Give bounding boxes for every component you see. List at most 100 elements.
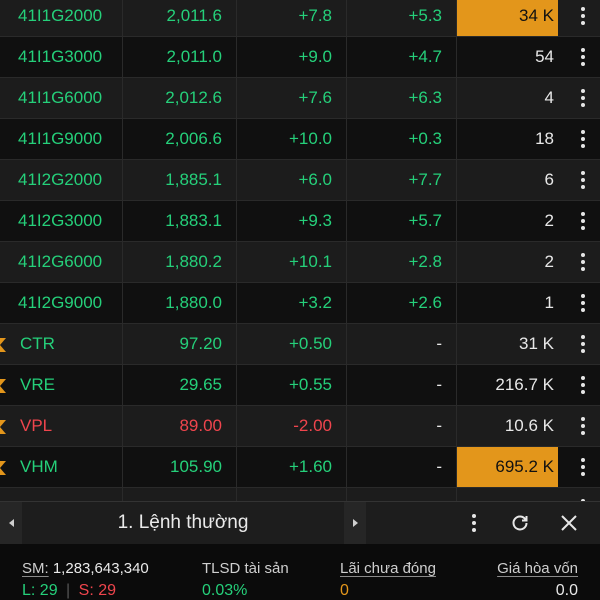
order-toolbar: 1. Lệnh thường <box>0 501 600 544</box>
more-vertical-icon <box>581 458 585 476</box>
more-vertical-icon <box>581 48 585 66</box>
breakeven-price-label: Giá hòa vốn <box>497 560 578 577</box>
table-row[interactable]: VPL 89.00 -2.00 - 10.6 K <box>0 406 600 447</box>
row-more-button[interactable] <box>566 78 600 118</box>
symbol-cell: 41I2G6000 <box>18 252 103 271</box>
change-cell: +7.8 <box>298 6 332 25</box>
volume-cell: 10.6 K <box>504 416 554 435</box>
more-vertical-icon <box>581 89 585 107</box>
symbol-cell: VRE <box>20 375 55 394</box>
sm-label: SM: <box>22 560 49 577</box>
symbol-cell: 41I1G3000 <box>18 47 103 66</box>
more-vertical-icon <box>581 417 585 435</box>
table-row[interactable]: 41I1G3000 2,011.0 +9.0 +4.7 54 <box>0 37 600 78</box>
change-cell: +1.60 <box>288 457 332 476</box>
symbol-cell: 41I1G2000 <box>18 6 103 25</box>
table-row[interactable]: 41I2G2000 1,885.1 +6.0 +7.7 6 <box>0 160 600 201</box>
price-cell: 89.00 <box>179 416 222 435</box>
price-cell: 1,880.2 <box>165 252 222 271</box>
price-cell: 97.20 <box>179 334 222 353</box>
volume-cell: 1 <box>544 293 554 312</box>
table-row[interactable]: 41I1G9000 2,006.6 +10.0 +0.3 18 <box>0 119 600 160</box>
price-cell: 29.65 <box>179 375 222 394</box>
row-more-button[interactable] <box>566 283 600 323</box>
symbol-cell: 41I2G9000 <box>18 293 103 312</box>
close-icon <box>561 515 577 531</box>
percent-cell: +0.3 <box>408 129 442 148</box>
table-row[interactable]: CTR 97.20 +0.50 - 31 K <box>0 324 600 365</box>
volume-cell: 34 K <box>456 0 558 36</box>
volume-cell: 6 <box>544 170 554 189</box>
row-more-button[interactable] <box>566 37 600 77</box>
change-cell: +7.6 <box>298 88 332 107</box>
price-cell: 2,011.6 <box>166 6 222 25</box>
symbol-cell: 41I2G2000 <box>18 170 103 189</box>
table-row[interactable]: VRE 29.65 +0.55 - 216.7 K <box>0 365 600 406</box>
price-cell: 2,006.6 <box>165 129 222 148</box>
order-type-label[interactable]: 1. Lệnh thường <box>22 502 344 544</box>
change-cell: +9.0 <box>298 47 332 66</box>
short-count[interactable]: S: 29 <box>79 582 116 599</box>
volume-cell: 31 K <box>519 334 554 353</box>
more-vertical-icon <box>581 376 585 394</box>
more-vertical-icon <box>581 294 585 312</box>
row-more-button[interactable] <box>566 365 600 405</box>
row-more-button[interactable] <box>566 160 600 200</box>
table-row[interactable]: 41I1G6000 2,012.6 +7.6 +6.3 4 <box>0 78 600 119</box>
row-more-button[interactable] <box>566 201 600 241</box>
row-more-button[interactable] <box>566 119 600 159</box>
volume-cell: 4 <box>544 88 554 107</box>
long-count[interactable]: L: 29 <box>22 582 58 599</box>
price-cell: 2,011.0 <box>166 47 222 66</box>
row-more-button[interactable] <box>566 324 600 364</box>
flag-icon <box>0 379 6 393</box>
row-more-button[interactable] <box>566 242 600 282</box>
percent-cell: +5.7 <box>408 211 442 230</box>
change-cell: -2.00 <box>293 416 332 435</box>
row-more-button[interactable] <box>566 447 600 487</box>
price-cell: 1,885.1 <box>165 170 222 189</box>
table-row[interactable]: 41I2G6000 1,880.2 +10.1 +2.8 2 <box>0 242 600 283</box>
percent-cell: - <box>436 416 442 435</box>
price-cell: 1,883.1 <box>165 211 222 230</box>
change-cell: +10.1 <box>288 252 332 271</box>
volume-cell: 2 <box>544 252 554 271</box>
table-row[interactable]: 41I2G9000 1,880.0 +3.2 +2.6 1 <box>0 283 600 324</box>
percent-cell: - <box>436 457 442 476</box>
flag-icon <box>0 461 6 475</box>
more-vertical-icon <box>472 514 476 532</box>
row-more-button[interactable] <box>566 406 600 446</box>
symbol-cell: 41I2G3000 <box>18 211 103 230</box>
breakeven-price-value: 0.0 <box>555 582 578 599</box>
scroll-right-arrow[interactable] <box>344 502 366 544</box>
more-vertical-icon <box>581 7 585 25</box>
change-cell: +9.3 <box>298 211 332 230</box>
table-row[interactable]: 41I1G2000 2,011.6 +7.8 +5.3 34 K <box>0 0 600 37</box>
percent-cell: +2.6 <box>408 293 442 312</box>
unrealized-pl-value: 0 <box>340 582 349 599</box>
price-cell: 1,880.0 <box>165 293 222 312</box>
sm-value: 1,283,643,340 <box>52 560 149 577</box>
row-more-button[interactable] <box>566 0 600 36</box>
table-row[interactable]: VHM 105.90 +1.60 -695.2 K <box>0 447 600 488</box>
percent-cell: +7.7 <box>408 170 442 189</box>
volume-cell: 18 <box>535 129 554 148</box>
refresh-button[interactable] <box>500 502 540 544</box>
account-summary: SM: 1,283,643,340 L: 29 | S: 29 TLSD tài… <box>0 544 600 600</box>
watchlist-screen: 41I1G2000 2,011.6 +7.8 +5.3 34 K 41I1G3000 2,0… <box>0 0 600 600</box>
more-vertical-icon <box>581 253 585 271</box>
refresh-icon <box>512 515 528 531</box>
toolbar-more-button[interactable] <box>454 502 494 544</box>
more-vertical-icon <box>581 335 585 353</box>
close-button[interactable] <box>549 502 589 544</box>
table-row[interactable]: 41I2G3000 1,883.1 +9.3 +5.7 2 <box>0 201 600 242</box>
change-cell: +0.55 <box>288 375 332 394</box>
percent-cell: +2.8 <box>408 252 442 271</box>
percent-cell: +6.3 <box>408 88 442 107</box>
scroll-left-arrow[interactable] <box>0 502 22 544</box>
symbol-cell: 41I1G6000 <box>18 88 103 107</box>
percent-cell: +4.7 <box>408 47 442 66</box>
percent-cell: - <box>436 375 442 394</box>
change-cell: +6.0 <box>298 170 332 189</box>
symbol-cell: 41I1G9000 <box>18 129 103 148</box>
